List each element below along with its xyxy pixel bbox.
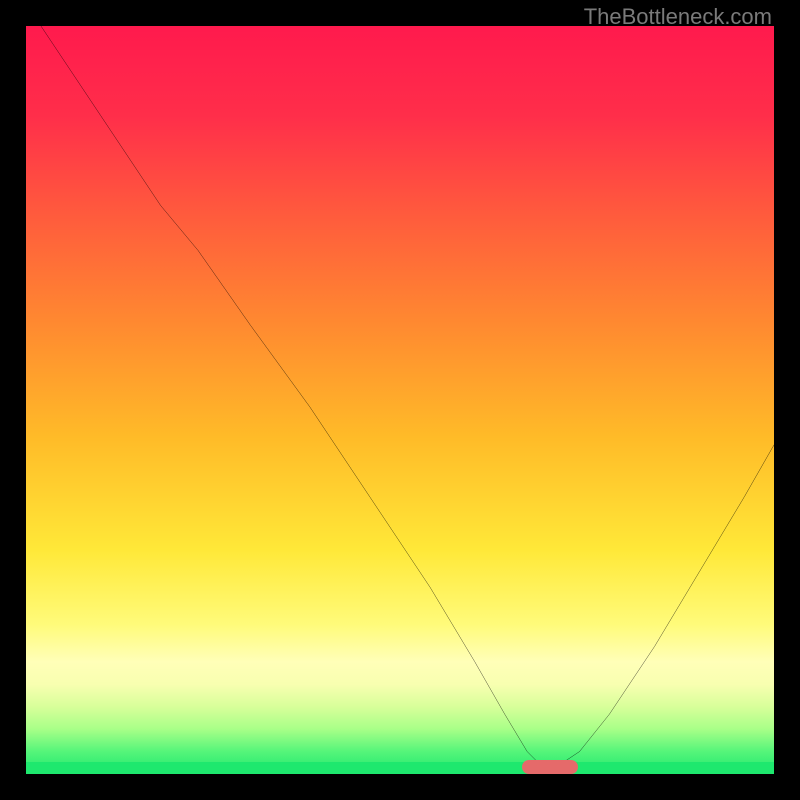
watermark-label: TheBottleneck.com bbox=[584, 4, 772, 30]
chart-baseline-band bbox=[26, 762, 774, 774]
chart-plot-area bbox=[26, 26, 774, 774]
optimal-marker bbox=[522, 760, 578, 774]
